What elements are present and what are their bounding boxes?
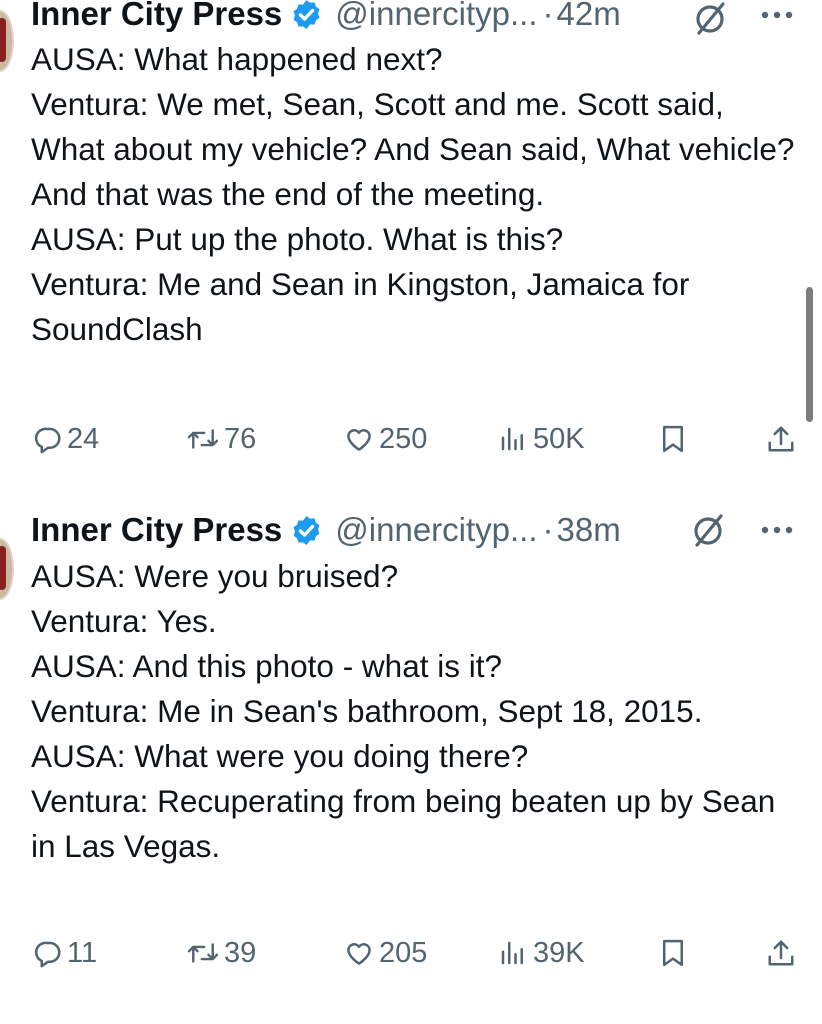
share-button[interactable]	[766, 419, 796, 459]
reply-count: 11	[67, 936, 98, 969]
repost-icon	[187, 429, 219, 449]
author-handle[interactable]: @innercityp...	[335, 510, 537, 550]
like-icon	[347, 943, 371, 965]
author-handle[interactable]: @innercityp...	[335, 0, 537, 34]
like-button[interactable]: 205	[343, 933, 427, 973]
view-count: 50K	[533, 422, 585, 455]
tweet[interactable]: Inner City Press @innercityp... · 38m AU…	[0, 480, 822, 1024]
tweet-actions: 24 76 250 50K	[0, 419, 822, 459]
tweet-text: AUSA: Were you bruised? Ventura: Yes. AU…	[31, 558, 776, 864]
verified-badge-icon	[293, 0, 320, 29]
grok-icon[interactable]	[690, 512, 726, 548]
share-icon	[768, 426, 794, 452]
share-button[interactable]	[766, 933, 796, 973]
author-name[interactable]: Inner City Press	[31, 510, 282, 550]
bookmark-icon	[663, 939, 683, 967]
tweet-text: AUSA: What happened next? Ventura: We me…	[31, 41, 795, 347]
separator-dot: ·	[542, 0, 554, 32]
tweet-timestamp[interactable]: 38m	[557, 510, 621, 550]
repost-button[interactable]: 76	[186, 419, 256, 459]
views-button[interactable]: 50K	[497, 419, 585, 459]
avatar[interactable]	[0, 10, 14, 72]
tweet-actions: 11 39 205 39K	[0, 933, 822, 973]
repost-count: 76	[224, 422, 257, 455]
views-icon	[501, 427, 523, 451]
views-icon	[501, 941, 523, 965]
repost-icon	[187, 943, 219, 963]
reply-icon	[34, 427, 61, 454]
reply-icon	[34, 941, 61, 968]
like-count: 205	[379, 936, 428, 969]
like-count: 250	[379, 422, 428, 455]
reply-count: 24	[67, 422, 100, 455]
reply-button[interactable]: 24	[33, 419, 99, 459]
scrollbar[interactable]	[806, 287, 813, 422]
reply-button[interactable]: 11	[33, 933, 97, 973]
grok-icon[interactable]	[692, 0, 728, 36]
tweet-header: Inner City Press @innercityp... · 42m	[31, 0, 621, 34]
tweet[interactable]: Inner City Press @innercityp... · 42m AU…	[0, 0, 822, 480]
view-count: 39K	[533, 936, 585, 969]
repost-count: 39	[224, 936, 257, 969]
tweet-header: Inner City Press @innercityp... · 38m	[31, 510, 621, 550]
author-name[interactable]: Inner City Press	[31, 0, 282, 34]
more-icon[interactable]	[760, 10, 794, 20]
like-button[interactable]: 250	[343, 419, 427, 459]
bookmark-icon	[663, 425, 683, 453]
more-icon[interactable]	[760, 525, 794, 535]
bookmark-button[interactable]	[660, 933, 686, 973]
repost-button[interactable]: 39	[186, 933, 256, 973]
avatar[interactable]	[0, 538, 14, 600]
views-button[interactable]: 39K	[497, 933, 585, 973]
separator-dot: ·	[542, 511, 554, 548]
tweet-timestamp[interactable]: 42m	[557, 0, 621, 34]
like-icon	[347, 429, 371, 451]
share-icon	[768, 940, 794, 966]
bookmark-button[interactable]	[660, 419, 686, 459]
verified-badge-icon	[293, 515, 320, 545]
